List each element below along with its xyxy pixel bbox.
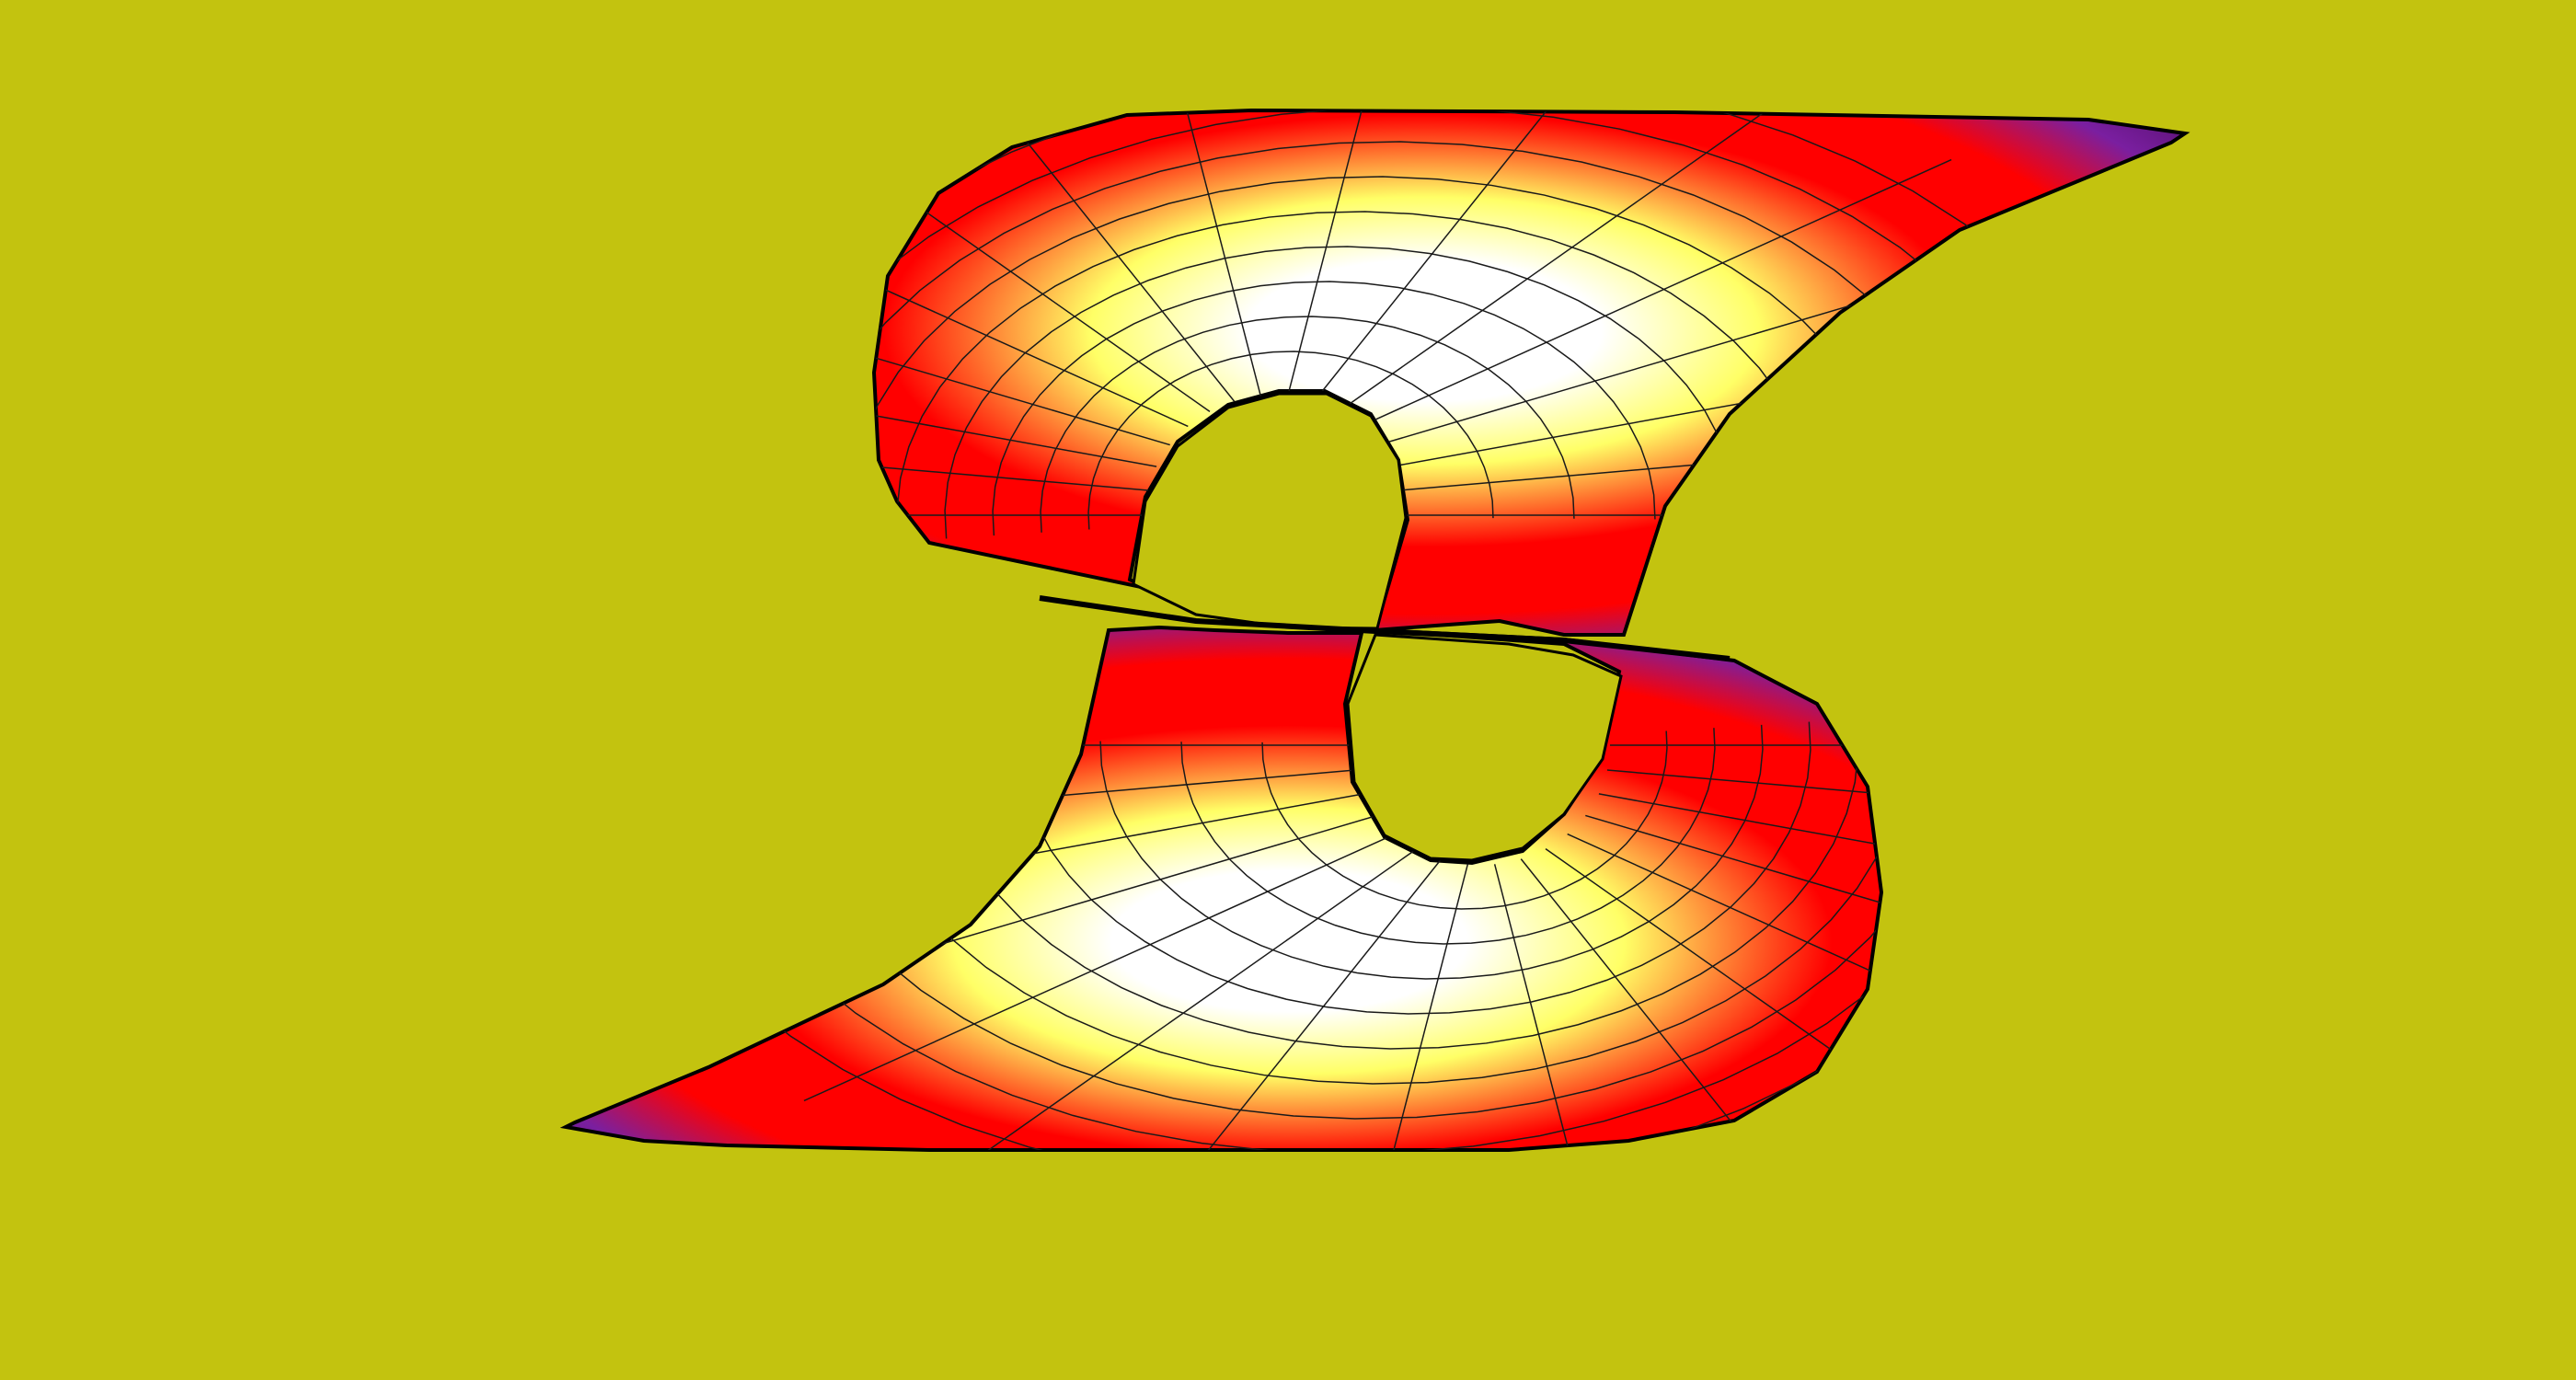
surface-plot-canvas <box>0 0 2576 1380</box>
